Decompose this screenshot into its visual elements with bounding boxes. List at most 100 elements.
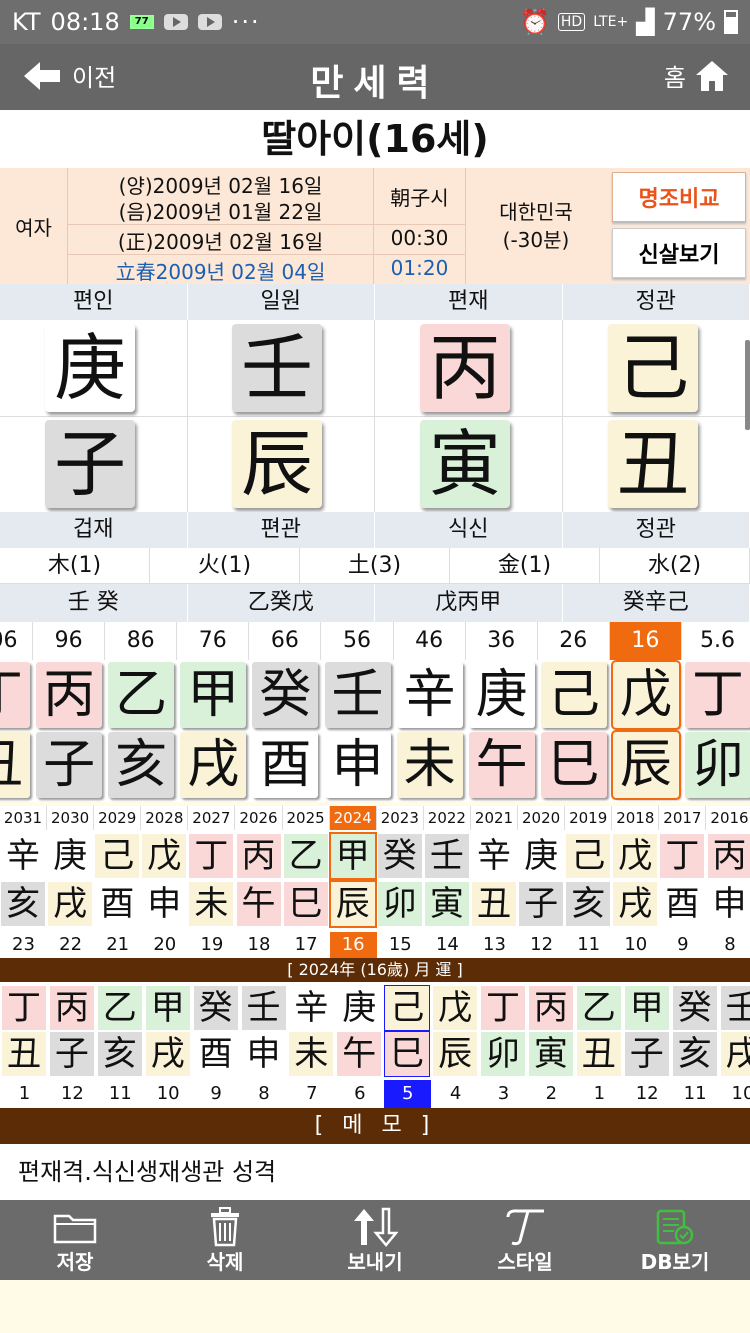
daewoon-stem-tile[interactable]: 甲 <box>180 662 247 728</box>
daewoon-age[interactable]: 106 <box>0 622 33 660</box>
month-stem-tile[interactable]: 丁 <box>2 986 46 1030</box>
month-branch-tile[interactable]: 子 <box>49 1032 94 1076</box>
earthly-branch-tile[interactable]: 寅 <box>420 420 510 508</box>
month-stem-tile[interactable]: 戊 <box>433 986 478 1030</box>
month-stem-tile[interactable]: 癸 <box>672 986 717 1030</box>
scroll-indicator[interactable] <box>745 340 750 430</box>
daewoon-age[interactable]: 16 <box>609 622 682 660</box>
month-branch-tile[interactable]: 午 <box>337 1032 382 1076</box>
year-label[interactable]: 2028 <box>141 806 189 830</box>
year-label[interactable]: 2020 <box>518 806 566 830</box>
month-branch-tile[interactable]: 申 <box>241 1032 286 1076</box>
daewoon-age[interactable]: 76 <box>177 622 250 660</box>
compare-chart-button[interactable]: 명조비교 <box>612 172 746 222</box>
month-branch-tile[interactable]: 子 <box>624 1032 669 1076</box>
daewoon-age[interactable]: 86 <box>105 622 178 660</box>
month-branch-tile[interactable]: 丑 <box>2 1032 46 1076</box>
month-stem-tile[interactable]: 辛 <box>289 986 334 1030</box>
daewoon-branch-tile[interactable]: 酉 <box>252 732 319 798</box>
daewoon-stem-tile[interactable]: 壬 <box>324 662 391 728</box>
daewoon-age[interactable]: 5.6 <box>682 622 750 660</box>
year-stem-tile[interactable]: 庚 <box>48 834 93 878</box>
daewoon-branch-tile[interactable]: 卯 <box>685 732 750 798</box>
year-stem-tile[interactable]: 乙 <box>283 834 328 878</box>
year-stem-tile[interactable]: 丁 <box>660 834 705 878</box>
year-label[interactable]: 2023 <box>377 806 424 830</box>
month-stem-tile[interactable]: 壬 <box>241 986 286 1030</box>
year-stem-tile[interactable]: 甲 <box>328 832 377 880</box>
daewoon-branch-tile[interactable]: 未 <box>396 732 463 798</box>
year-branch-tile[interactable]: 酉 <box>95 882 140 926</box>
daewoon-stem-tile[interactable]: 乙 <box>108 662 175 728</box>
earthly-branch-tile[interactable]: 丑 <box>608 420 698 508</box>
year-label[interactable]: 2031 <box>0 806 47 830</box>
year-branch-tile[interactable]: 寅 <box>424 882 469 926</box>
month-branch-tile[interactable]: 未 <box>289 1032 334 1076</box>
daewoon-age[interactable]: 46 <box>394 622 466 660</box>
daewoon-age[interactable]: 96 <box>33 622 106 660</box>
year-stem-tile[interactable]: 庚 <box>519 834 564 878</box>
month-branch-tile[interactable]: 亥 <box>672 1032 717 1076</box>
daewoon-stem-tile[interactable]: 丁 <box>685 662 750 728</box>
year-stem-tile[interactable]: 己 <box>95 834 140 878</box>
send-button[interactable]: 보내기 <box>300 1200 450 1280</box>
daewoon-branch-tile[interactable]: 戌 <box>180 732 247 798</box>
daewoon-age[interactable]: 36 <box>466 622 538 660</box>
month-stem-tile[interactable]: 乙 <box>97 986 142 1030</box>
year-label[interactable]: 2021 <box>471 806 518 830</box>
month-stem-tile[interactable]: 壬 <box>720 986 750 1030</box>
year-stem-tile[interactable]: 丁 <box>189 834 234 878</box>
year-label[interactable]: 2019 <box>565 806 613 830</box>
month-branch-tile[interactable]: 寅 <box>528 1032 573 1076</box>
year-label[interactable]: 2025 <box>283 806 330 830</box>
year-branch-tile[interactable]: 申 <box>707 882 750 926</box>
year-stem-tile[interactable]: 戊 <box>613 834 658 878</box>
year-label[interactable]: 2026 <box>236 806 283 830</box>
sinsal-view-button[interactable]: 신살보기 <box>612 228 746 278</box>
year-branch-tile[interactable]: 巳 <box>283 882 328 926</box>
daewoon-stem-tile[interactable]: 戊 <box>610 660 681 730</box>
month-stem-tile[interactable]: 丙 <box>49 986 94 1030</box>
year-label[interactable]: 2017 <box>659 806 707 830</box>
style-button[interactable]: 스타일 <box>450 1200 600 1280</box>
daewoon-branch-tile[interactable]: 子 <box>36 732 103 798</box>
year-branch-tile[interactable]: 亥 <box>1 882 45 926</box>
year-branch-tile[interactable]: 戌 <box>48 882 93 926</box>
heavenly-stem-tile[interactable]: 己 <box>608 324 698 412</box>
year-stem-tile[interactable]: 丙 <box>236 834 281 878</box>
daewoon-branch-tile[interactable]: 午 <box>468 732 535 798</box>
year-branch-tile[interactable]: 辰 <box>328 880 377 928</box>
earthly-branch-tile[interactable]: 辰 <box>232 420 322 508</box>
year-stem-tile[interactable]: 辛 <box>1 834 45 878</box>
month-branch-tile[interactable]: 戌 <box>145 1032 190 1076</box>
daewoon-age[interactable]: 26 <box>538 622 610 660</box>
daewoon-stem-tile[interactable]: 癸 <box>252 662 319 728</box>
save-button[interactable]: 저장 <box>0 1200 150 1280</box>
daewoon-branch-tile[interactable]: 申 <box>324 732 391 798</box>
year-label[interactable]: 2024 <box>329 806 377 830</box>
year-branch-tile[interactable]: 亥 <box>566 882 611 926</box>
daewoon-branch-tile[interactable]: 辰 <box>610 730 681 800</box>
month-stem-tile[interactable]: 己 <box>384 985 431 1031</box>
year-stem-tile[interactable]: 癸 <box>377 834 422 878</box>
month-stem-tile[interactable]: 丁 <box>481 986 525 1030</box>
year-stem-tile[interactable]: 丙 <box>707 834 750 878</box>
delete-button[interactable]: 삭제 <box>150 1200 300 1280</box>
daewoon-stem-tile[interactable]: 庚 <box>468 662 535 728</box>
year-stem-tile[interactable]: 己 <box>566 834 611 878</box>
earthly-branch-tile[interactable]: 子 <box>45 420 135 508</box>
heavenly-stem-tile[interactable]: 庚 <box>45 324 135 412</box>
month-branch-tile[interactable]: 辰 <box>433 1032 478 1076</box>
year-branch-tile[interactable]: 未 <box>189 882 234 926</box>
heavenly-stem-tile[interactable]: 丙 <box>420 324 510 412</box>
year-label[interactable]: 2018 <box>612 806 660 830</box>
year-branch-tile[interactable]: 丑 <box>472 882 516 926</box>
daewoon-age[interactable]: 66 <box>249 622 322 660</box>
home-button[interactable]: 홈 <box>664 58 730 93</box>
month-stem-tile[interactable]: 癸 <box>193 986 238 1030</box>
month-branch-tile[interactable]: 戌 <box>720 1032 750 1076</box>
year-branch-tile[interactable]: 子 <box>519 882 564 926</box>
memo-text[interactable]: 편재격.식신생재생관 성격 <box>0 1144 750 1200</box>
month-stem-tile[interactable]: 甲 <box>624 986 669 1030</box>
month-branch-tile[interactable]: 亥 <box>97 1032 142 1076</box>
